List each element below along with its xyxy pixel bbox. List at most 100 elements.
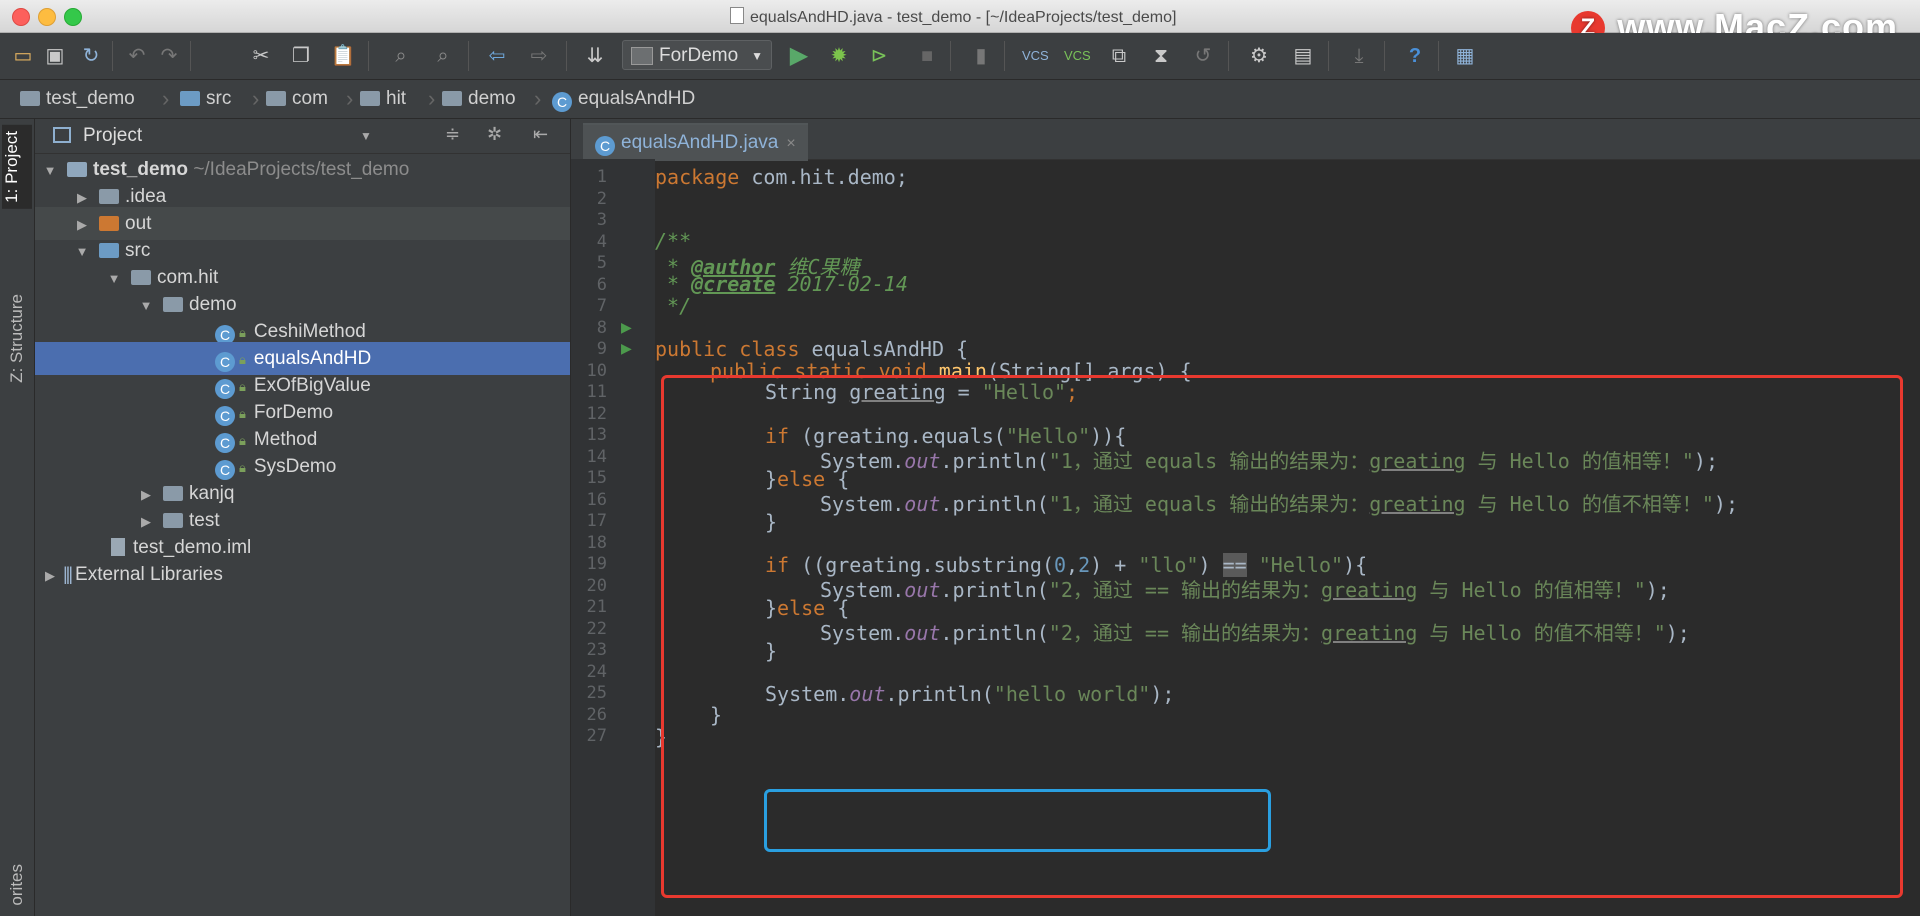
left-tool-strip: 1: Project Z: Structure orites [0,119,35,916]
breadcrumb-label: test_demo [46,88,135,109]
toolbar-separator [950,41,951,71]
copy-icon[interactable]: ❐ [288,43,314,69]
breadcrumb-item-src[interactable]: src [180,80,231,118]
cut-icon[interactable]: ✂ [248,43,274,69]
replace-icon[interactable]: ⌕ [430,43,456,69]
line-number-gutter: 1 2 3 4 5 6 7 8 9 10 11 12 13 14 15 16 17 18 19 20 21 22 23 24 2… [571,159,655,916]
breadcrumb-item-com[interactable]: com [266,80,328,118]
package-icon [131,270,151,285]
vcs-commit-icon[interactable]: VCS [1064,43,1091,69]
line-number: 2 [596,188,607,209]
zoom-window-button[interactable] [64,8,82,26]
help-icon[interactable]: ? [1402,43,1428,69]
toolbar-separator [1228,41,1229,71]
project-panel-header: Project ▼ ≑ ✲ ⇤ [35,119,570,154]
vcs-revert-icon[interactable]: ↺ [1190,43,1216,69]
run-icon[interactable]: ▶ [786,43,812,69]
source-folder-icon [99,243,119,258]
close-window-button[interactable] [12,8,30,26]
folder-icon [99,216,119,231]
tab-equalsandhd-java[interactable]: CequalsAndHD.java × [583,123,808,161]
vcs-compare-icon[interactable]: ⧉ [1106,43,1132,69]
line-number: 4 [596,231,607,252]
tab-structure[interactable]: Z: Structure [7,294,27,383]
back-icon[interactable]: ⇦ [484,43,510,69]
line-number: 5 [596,253,607,273]
tree-item-label: demo [189,294,237,315]
line-number: 16 [586,489,607,510]
hide-panel-icon[interactable]: ⇤ [533,124,548,145]
breadcrumb-item-hit[interactable]: hit [360,80,406,118]
keyword: package [655,165,740,189]
package-icon [163,486,183,501]
save-icon[interactable]: ▣ [42,43,68,69]
coverage-icon[interactable]: ⊳ [866,43,892,69]
sdk-icon[interactable]: ⤓ [1346,43,1372,69]
run-gutter-icon[interactable]: ▶ [621,319,632,336]
package-icon [360,91,380,106]
build-icon[interactable]: ⇊ [582,43,608,69]
code-text: equalsAndHD { [799,337,969,361]
line-number: 26 [586,704,607,725]
tree-item-label: ForDemo [253,402,334,423]
package-icon [442,91,462,106]
tab-favorites[interactable]: orites [7,864,27,906]
title-bar: equalsAndHD.java - test_demo - [~/IdeaPr… [0,0,1920,47]
stop-icon[interactable]: ■ [914,43,940,69]
chevron-right-icon: › [252,86,260,111]
line-number: 12 [586,403,607,424]
find-icon[interactable]: ⌕ [388,43,414,69]
toolbar-separator [190,41,191,71]
project-settings-icon[interactable]: ▤ [1290,43,1316,69]
toolbar-separator [468,41,469,71]
open-folder-icon[interactable]: ▭ [10,43,36,69]
debug-icon[interactable]: ✹ [826,43,852,69]
tree-item-external-libraries[interactable]: ▶ ||| External Libraries [35,558,570,591]
vcs-history-icon[interactable]: ⧗ [1148,43,1174,69]
project-structure-icon[interactable]: ▮ [968,43,994,69]
code-line-1: package com.hit.demo; [655,165,1920,189]
collapse-all-icon[interactable]: ≑ [445,124,460,145]
vcs-update-icon[interactable]: VCS [1022,43,1049,69]
paste-icon[interactable]: 📋 [330,43,356,69]
package-icon [163,297,183,312]
tab-project[interactable]: 1: Project [2,125,32,209]
sync-icon[interactable]: ↻ [78,43,104,69]
chevron-right-icon: › [428,86,436,111]
line-number: 21 [586,597,607,617]
toolbar-separator [1328,41,1329,71]
settings-icon[interactable]: ⚙ [1246,43,1272,69]
close-icon[interactable]: × [786,135,795,152]
window-title: equalsAndHD.java - test_demo - [~/IdeaPr… [730,7,1176,27]
comment-text: 2017-02-14 [775,272,908,296]
breadcrumb-item-test-demo[interactable]: test_demo [20,80,135,118]
folder-icon [99,189,119,204]
iml-file-icon [111,538,125,556]
project-view-select[interactable]: Project [83,125,142,147]
run-gutter-icon[interactable]: ▶ [621,340,632,357]
breadcrumb-label: src [206,88,232,109]
code-line-8: public class equalsAndHD { [655,337,1920,361]
forward-icon[interactable]: ⇨ [526,43,552,69]
tree-item-label: kanjq [189,483,235,504]
tree-item-label: test [189,510,220,531]
folder-icon [20,91,40,106]
tasks-icon[interactable]: ▦ [1452,43,1478,69]
toolbar-separator [368,41,369,71]
toolbar-separator [1384,41,1385,71]
gear-icon[interactable]: ✲ [487,124,502,145]
run-config-select[interactable]: ForDemo ▼ [622,40,772,70]
line-number: 1 [596,167,607,187]
toolbar-separator [1004,41,1005,71]
document-icon [730,7,744,24]
line-number: 13 [586,425,607,445]
chevron-down-icon[interactable]: ▼ [360,129,372,143]
collapsed-arrow-icon[interactable]: ▶ [43,559,57,592]
line-number: 3 [596,210,607,230]
undo-icon[interactable]: ↶ [124,43,150,69]
redo-icon[interactable]: ↷ [156,43,182,69]
keyword: public class [655,337,800,361]
minimize-window-button[interactable] [38,8,56,26]
breadcrumb-item-demo[interactable]: demo [442,80,516,118]
breadcrumb-item-class[interactable]: CequalsAndHD [552,80,695,118]
